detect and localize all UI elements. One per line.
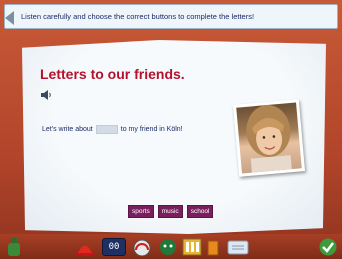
speaker-icon[interactable]	[41, 90, 52, 100]
sentence-end: to my friend in Köln!	[120, 126, 183, 133]
check-icon[interactable]	[318, 238, 338, 256]
instruction-bar: Listen carefully and choose the correct …	[4, 4, 338, 29]
document-icon[interactable]	[226, 238, 250, 256]
gauge-icon[interactable]	[132, 238, 152, 256]
sentence-start: Let's write about	[42, 126, 93, 133]
file-cabinet-icon[interactable]	[182, 238, 202, 256]
counter-value: 00	[108, 242, 120, 252]
letter-sentence: Let's write about to my friend in Köln!	[42, 125, 183, 134]
word-button-music[interactable]: music	[157, 205, 183, 218]
word-button-sports[interactable]: sports	[128, 205, 154, 218]
orange-bar-icon[interactable]	[206, 238, 220, 256]
green-face-icon[interactable]	[158, 238, 178, 256]
word-button-school[interactable]: school	[186, 205, 214, 218]
back-arrow-icon[interactable]	[5, 11, 15, 25]
friend-portrait	[236, 102, 302, 174]
bottle-icon[interactable]	[6, 238, 22, 256]
red-hat-icon[interactable]	[74, 238, 96, 256]
page-title: Letters to our friends.	[40, 66, 185, 82]
friend-photo	[232, 99, 306, 177]
word-options: sports music school	[128, 205, 214, 218]
instruction-text: Listen carefully and choose the correct …	[21, 12, 255, 21]
answer-blank[interactable]	[95, 125, 118, 134]
counter-display: 00	[102, 238, 126, 256]
